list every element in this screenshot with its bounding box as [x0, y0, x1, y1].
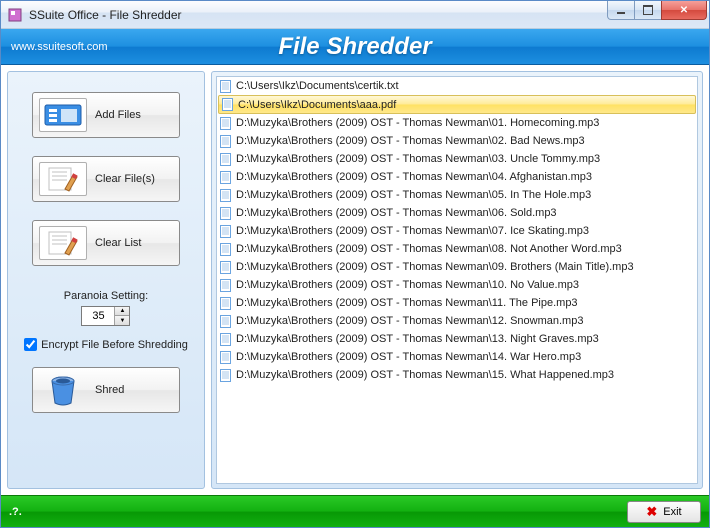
minimize-button[interactable]	[607, 1, 635, 20]
file-row[interactable]: D:\Muzyka\Brothers (2009) OST - Thomas N…	[217, 186, 697, 204]
encrypt-checkbox[interactable]	[24, 338, 37, 351]
file-path: D:\Muzyka\Brothers (2009) OST - Thomas N…	[236, 135, 585, 147]
file-list[interactable]: C:\Users\Ikz\Documents\certik.txt C:\User…	[216, 76, 698, 484]
paranoia-label: Paranoia Setting:	[64, 290, 148, 302]
file-row[interactable]: D:\Muzyka\Brothers (2009) OST - Thomas N…	[217, 330, 697, 348]
file-row[interactable]: D:\Muzyka\Brothers (2009) OST - Thomas N…	[217, 150, 697, 168]
footer-bar: .?. ✖ Exit	[1, 495, 709, 527]
app-title: File Shredder	[278, 33, 431, 61]
file-path: D:\Muzyka\Brothers (2009) OST - Thomas N…	[236, 171, 592, 183]
file-row[interactable]: D:\Muzyka\Brothers (2009) OST - Thomas N…	[217, 132, 697, 150]
clear-list-icon	[39, 226, 87, 260]
close-button[interactable]	[661, 1, 707, 20]
app-icon	[7, 7, 23, 23]
file-path: D:\Muzyka\Brothers (2009) OST - Thomas N…	[236, 261, 634, 273]
content-area: Add Files Clear File(s) Clear List Paran…	[1, 65, 709, 495]
file-path: D:\Muzyka\Brothers (2009) OST - Thomas N…	[236, 207, 557, 219]
add-files-icon	[39, 98, 87, 132]
encrypt-label: Encrypt File Before Shredding	[41, 339, 188, 351]
file-row[interactable]: C:\Users\Ikz\Documents\aaa.pdf	[218, 95, 696, 114]
file-row[interactable]: D:\Muzyka\Brothers (2009) OST - Thomas N…	[217, 114, 697, 132]
encrypt-checkbox-row[interactable]: Encrypt File Before Shredding	[24, 338, 188, 351]
trash-icon	[39, 373, 87, 407]
titlebar[interactable]: SSuite Office - File Shredder	[1, 1, 709, 29]
sidebar-panel: Add Files Clear File(s) Clear List Paran…	[7, 71, 205, 489]
add-files-label: Add Files	[95, 109, 141, 121]
file-row[interactable]: D:\Muzyka\Brothers (2009) OST - Thomas N…	[217, 294, 697, 312]
file-row[interactable]: D:\Muzyka\Brothers (2009) OST - Thomas N…	[217, 222, 697, 240]
spinner-up[interactable]: ▲	[115, 307, 129, 316]
file-path: D:\Muzyka\Brothers (2009) OST - Thomas N…	[236, 117, 599, 129]
clear-list-button[interactable]: Clear List	[32, 220, 180, 266]
clear-list-label: Clear List	[95, 237, 141, 249]
file-path: D:\Muzyka\Brothers (2009) OST - Thomas N…	[236, 279, 579, 291]
clear-files-label: Clear File(s)	[95, 173, 155, 185]
file-path: D:\Muzyka\Brothers (2009) OST - Thomas N…	[236, 297, 578, 309]
file-path: D:\Muzyka\Brothers (2009) OST - Thomas N…	[236, 153, 600, 165]
file-path: D:\Muzyka\Brothers (2009) OST - Thomas N…	[236, 315, 583, 327]
website-url: www.ssuitesoft.com	[1, 41, 108, 53]
exit-label: Exit	[663, 506, 681, 518]
shred-label: Shred	[95, 384, 124, 396]
app-window: SSuite Office - File Shredder www.ssuite…	[0, 0, 710, 528]
header-bar: www.ssuitesoft.com File Shredder	[1, 29, 709, 65]
file-path: D:\Muzyka\Brothers (2009) OST - Thomas N…	[236, 333, 599, 345]
file-path: D:\Muzyka\Brothers (2009) OST - Thomas N…	[236, 351, 581, 363]
paranoia-value: 35	[82, 308, 114, 324]
file-row[interactable]: D:\Muzyka\Brothers (2009) OST - Thomas N…	[217, 366, 697, 384]
file-row[interactable]: D:\Muzyka\Brothers (2009) OST - Thomas N…	[217, 276, 697, 294]
add-files-button[interactable]: Add Files	[32, 92, 180, 138]
file-path: D:\Muzyka\Brothers (2009) OST - Thomas N…	[236, 243, 622, 255]
file-row[interactable]: D:\Muzyka\Brothers (2009) OST - Thomas N…	[217, 240, 697, 258]
file-row[interactable]: C:\Users\Ikz\Documents\certik.txt	[217, 77, 697, 95]
exit-icon: ✖	[646, 504, 657, 520]
main-panel: C:\Users\Ikz\Documents\certik.txt C:\User…	[211, 71, 703, 489]
window-title: SSuite Office - File Shredder	[29, 8, 608, 22]
file-row[interactable]: D:\Muzyka\Brothers (2009) OST - Thomas N…	[217, 312, 697, 330]
paranoia-setting: Paranoia Setting: 35 ▲ ▼	[64, 290, 148, 326]
clear-files-icon	[39, 162, 87, 196]
spinner-down[interactable]: ▼	[115, 316, 129, 325]
file-row[interactable]: D:\Muzyka\Brothers (2009) OST - Thomas N…	[217, 348, 697, 366]
file-row[interactable]: D:\Muzyka\Brothers (2009) OST - Thomas N…	[217, 168, 697, 186]
maximize-button[interactable]	[634, 1, 662, 20]
file-path: D:\Muzyka\Brothers (2009) OST - Thomas N…	[236, 369, 614, 381]
paranoia-spinner[interactable]: 35 ▲ ▼	[81, 306, 130, 326]
file-row[interactable]: D:\Muzyka\Brothers (2009) OST - Thomas N…	[217, 258, 697, 276]
shred-button[interactable]: Shred	[32, 367, 180, 413]
file-path: C:\Users\Ikz\Documents\aaa.pdf	[238, 99, 396, 111]
file-path: D:\Muzyka\Brothers (2009) OST - Thomas N…	[236, 189, 591, 201]
exit-button[interactable]: ✖ Exit	[627, 501, 701, 523]
file-path: D:\Muzyka\Brothers (2009) OST - Thomas N…	[236, 225, 589, 237]
file-path: C:\Users\Ikz\Documents\certik.txt	[236, 80, 399, 92]
help-indicator[interactable]: .?.	[9, 506, 627, 518]
file-row[interactable]: D:\Muzyka\Brothers (2009) OST - Thomas N…	[217, 204, 697, 222]
clear-files-button[interactable]: Clear File(s)	[32, 156, 180, 202]
window-controls	[608, 1, 707, 21]
